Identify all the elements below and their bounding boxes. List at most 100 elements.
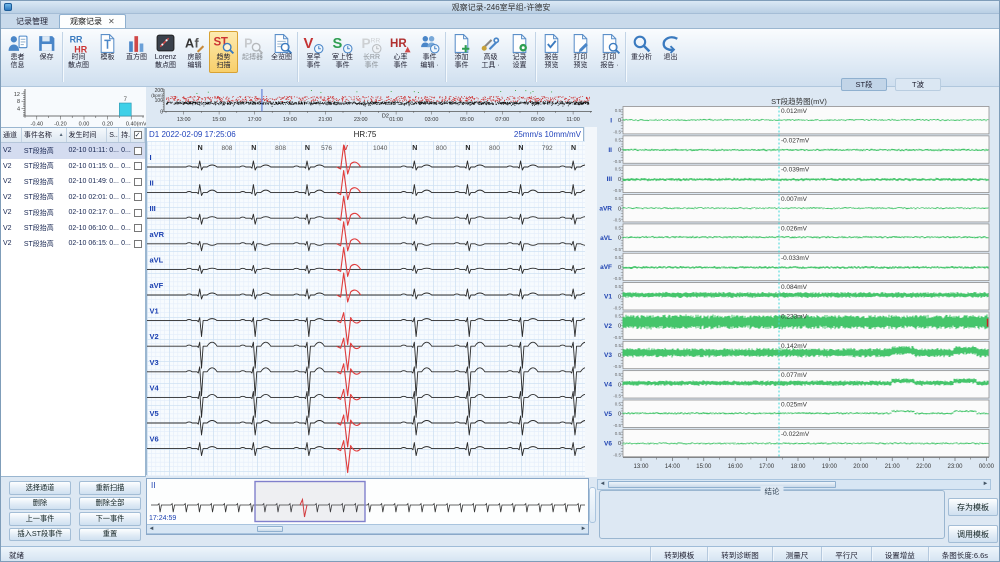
scroll-left-icon[interactable]: ◄ [147, 525, 156, 534]
toolbar-button-st-scan[interactable]: ST趋势 扫描 [209, 31, 238, 73]
row-checkbox[interactable] [134, 193, 142, 201]
column-header-3[interactable]: S... [107, 128, 119, 142]
tab-record-management[interactable]: 记录管理 [5, 14, 59, 28]
conclusion-box[interactable]: 结论 [599, 490, 945, 539]
toolbar-button-patient[interactable]: 患者 信息 [3, 31, 32, 73]
svg-text:18:00: 18:00 [790, 464, 806, 470]
row-checkbox-cell[interactable] [131, 240, 145, 248]
toolbar-button-hr-event[interactable]: HR心率 事件 [386, 31, 415, 73]
toolbar-button-afib-edit[interactable]: Af房颤 编辑 [180, 31, 209, 73]
toolbar-button-save[interactable]: 保存 [32, 31, 61, 73]
close-tab-icon[interactable]: ✕ [108, 18, 115, 26]
toolbar-button-histogram[interactable]: 直方图 [122, 31, 151, 73]
cell-2: 02-10 01:15:... [67, 163, 108, 170]
table-row[interactable]: V2ST段抬高02-10 02:01:...0...0... [1, 190, 145, 206]
row-checkbox[interactable] [134, 240, 142, 248]
status-item-1[interactable]: 转到诊断图 [707, 547, 772, 562]
event-button-6[interactable]: 插入ST段事件 [9, 528, 71, 542]
svg-text:21:00: 21:00 [318, 117, 332, 123]
toolbar-button-v-event[interactable]: V室早 事件 [299, 31, 328, 73]
st-trend-scrollbar[interactable]: ◄ ► [597, 479, 991, 490]
svg-text:0: 0 [618, 177, 621, 183]
svg-text:-0.5: -0.5 [613, 159, 621, 164]
rhythm-strip-chart[interactable] [147, 479, 588, 524]
tab-observe-record[interactable]: 观察记录✕ [59, 14, 126, 28]
svg-text:II: II [608, 147, 612, 154]
row-checkbox[interactable] [134, 178, 142, 186]
scroll-right-icon[interactable]: ► [579, 525, 588, 534]
row-checkbox[interactable] [134, 147, 142, 155]
toolbar-button-add-event[interactable]: 添加 事件 [447, 31, 476, 73]
svg-text:03:00: 03:00 [425, 117, 439, 123]
toolbar-separator [535, 32, 536, 82]
event-edit-icon [419, 33, 440, 54]
toolbar-button-exit[interactable]: 退出 [656, 31, 685, 73]
toolbar-button-rrhr-scatter[interactable]: RRHR时间 散点图 [64, 31, 93, 73]
header-checkbox[interactable]: ✓ [134, 131, 142, 139]
st-trend-scroll-thumb[interactable] [608, 481, 836, 488]
toolbar-button-template[interactable]: 模板 [93, 31, 122, 73]
toolbar-button-adv-tools[interactable]: 高级 工具 · [476, 31, 505, 73]
toolbar-button-print-report[interactable]: 打印 报告 · [595, 31, 624, 73]
event-button-1[interactable]: 重新扫描 [79, 481, 141, 495]
status-item-5[interactable]: 条图长度:6.6s [928, 547, 1000, 562]
table-row[interactable]: V2ST段抬高02-10 01:15:...0...0... [1, 159, 145, 175]
toolbar-button-print-preview[interactable]: 打印 预览 [566, 31, 595, 73]
svg-text:V1: V1 [150, 307, 159, 316]
st-panel-tab-st[interactable]: ST段 [841, 78, 887, 91]
cell-2: 02-10 01:11:... [67, 147, 108, 154]
row-checkbox-cell[interactable] [131, 147, 145, 155]
row-checkbox-cell[interactable] [131, 178, 145, 186]
row-checkbox[interactable] [134, 162, 142, 170]
table-row[interactable]: V2ST段抬高02-10 06:15:...0...0... [1, 236, 145, 252]
window-title: 观察记录-246室早组-许德安 [1, 2, 1000, 13]
event-button-3[interactable]: 删除全部 [79, 497, 141, 511]
row-checkbox[interactable] [134, 224, 142, 232]
event-button-2[interactable]: 删除 [9, 497, 71, 511]
row-checkbox-cell[interactable] [131, 193, 145, 201]
collapse-handle[interactable] [589, 487, 596, 523]
row-checkbox-cell[interactable] [131, 224, 145, 232]
toolbar-button-reanalyze[interactable]: 重分析 [627, 31, 656, 73]
toolbar-button-report-preview[interactable]: 报告 预览 [537, 31, 566, 73]
toolbar-button-lorenz[interactable]: Lorenz 散点图 [151, 31, 180, 73]
event-button-4[interactable]: 上一事件 [9, 512, 71, 526]
table-row[interactable]: V2ST段抬高02-10 01:11:...0...0... [1, 143, 145, 159]
svg-text:576: 576 [321, 145, 332, 152]
status-item-3[interactable]: 平行尺 [821, 547, 871, 562]
save-as-template-button[interactable]: 存为模板 [948, 498, 998, 516]
scroll-left-icon[interactable]: ◄ [598, 480, 607, 489]
scroll-right-icon[interactable]: ► [981, 480, 990, 489]
table-row[interactable]: V2ST段抬高02-10 01:49:...0...0... [1, 174, 145, 190]
status-item-4[interactable]: 设置增益 [871, 547, 928, 562]
st-trend-chart[interactable]: 0.5-0.5I00.012mV0.5-0.5II0-0.027mV0.5-0.… [597, 93, 1000, 477]
toolbar-button-overview[interactable]: 全览图 [267, 31, 296, 73]
column-header-0[interactable]: 通道 [1, 128, 22, 142]
toolbar-button-event-edit[interactable]: 事件 编辑 · [415, 31, 444, 73]
load-template-button[interactable]: 调用模板 [948, 525, 998, 543]
toolbar-button-sv-event[interactable]: S室上性 事件 [328, 31, 357, 73]
row-checkbox[interactable] [134, 209, 142, 217]
event-button-5[interactable]: 下一事件 [79, 512, 141, 526]
event-button-0[interactable]: 选择通道 [9, 481, 71, 495]
ecg-12lead-chart[interactable]: N808N808N576V1040N800N800N792NIIIIIIaVRa… [147, 141, 585, 476]
table-row[interactable]: V2ST段抬高02-10 06:10:...0...0... [1, 221, 145, 237]
st-panel-tab-t-wave[interactable]: T波 [895, 78, 941, 91]
row-checkbox-cell[interactable] [131, 209, 145, 217]
sort-asc-icon[interactable]: ▲ [59, 132, 64, 138]
status-item-2[interactable]: 测量尺 [772, 547, 822, 562]
column-header-4[interactable]: 持... [119, 128, 131, 142]
toolbar-button-record-settings[interactable]: 记录 设置 [505, 31, 534, 73]
table-row[interactable]: V2ST段抬高02-10 02:17:...0...0... [1, 205, 145, 221]
column-header-1[interactable]: 事件名称▲ [22, 128, 67, 142]
row-checkbox-cell[interactable] [131, 162, 145, 170]
rhythm-strip-scroll-thumb[interactable] [257, 526, 283, 532]
rhythm-strip-scrollbar[interactable]: ◄ ► [147, 524, 588, 534]
event-button-7[interactable]: 重置 [79, 528, 141, 542]
hr-trend-chart[interactable]: 200(bpm)100013:0015:0017:0019:0021:0023:… [146, 87, 596, 127]
column-header-2[interactable]: 发生时间 [67, 128, 108, 142]
toolbar-separator [297, 32, 298, 82]
svg-text:-0.033mV: -0.033mV [781, 255, 810, 262]
status-item-0[interactable]: 转到模板 [650, 547, 707, 562]
header-checkbox-cell[interactable]: ✓ [131, 128, 145, 142]
